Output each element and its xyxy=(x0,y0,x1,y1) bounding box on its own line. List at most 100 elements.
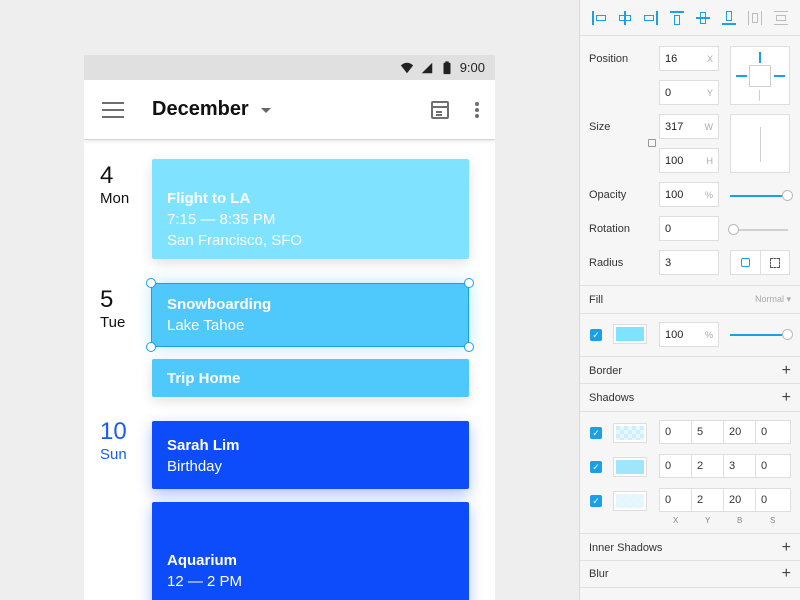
size-h-row: 100 H xyxy=(659,148,719,173)
chevron-down-icon[interactable] xyxy=(260,108,271,113)
shadow-y-field[interactable]: 5 xyxy=(691,420,727,444)
event-card-flight[interactable]: Flight to LA 7:15 — 8:35 PM San Francisc… xyxy=(152,159,469,259)
calendar-icon[interactable] xyxy=(431,100,449,119)
distribute-v-icon[interactable] xyxy=(773,10,789,26)
blur-label: Blur xyxy=(589,568,609,580)
event-location: San Francisco, SFO xyxy=(167,232,303,249)
signal-icon xyxy=(421,62,432,73)
add-inner-shadow-icon[interactable]: + xyxy=(782,539,791,557)
add-border-icon[interactable]: + xyxy=(782,362,791,380)
rotation-slider-knob[interactable] xyxy=(728,224,739,235)
independent-corners-icon[interactable] xyxy=(761,251,790,274)
event-card-trip-home[interactable]: Trip Home xyxy=(152,359,469,397)
opacity-field[interactable]: 100% xyxy=(659,182,719,207)
inner-shadows-section-header[interactable]: Inner Shadows + xyxy=(580,533,800,561)
position-label: Position xyxy=(589,52,629,65)
resize-handle[interactable] xyxy=(464,342,474,352)
shadow-color-swatch[interactable] xyxy=(613,423,647,443)
position-x-field[interactable]: 16 X xyxy=(659,46,719,71)
shadow-enabled-checkbox[interactable]: ✓ xyxy=(590,461,602,473)
align-middle-v-icon[interactable] xyxy=(695,10,711,26)
uniform-corner-icon[interactable] xyxy=(731,251,761,274)
more-vert-icon[interactable] xyxy=(475,101,479,118)
shadow-color-swatch[interactable] xyxy=(613,491,647,511)
blur-section-header[interactable]: Blur + xyxy=(580,560,800,588)
resize-widget[interactable] xyxy=(730,114,790,173)
fill-row: ✓ 100% xyxy=(580,313,800,356)
shadow-spread-field[interactable]: 0 xyxy=(755,488,791,512)
shadows-list: ✓ 0 5 20 0 ✓ 0 2 3 0 ✓ 0 2 20 0 X Y B S xyxy=(580,411,800,533)
shadows-section-header[interactable]: Shadows + xyxy=(580,383,800,411)
rotation-field[interactable]: 0 xyxy=(659,216,719,241)
fill-color-swatch[interactable] xyxy=(613,324,647,344)
shadow-x-field[interactable]: 0 xyxy=(659,420,695,444)
align-center-h-icon[interactable] xyxy=(617,10,633,26)
event-card-birthday[interactable]: Sarah Lim Birthday xyxy=(152,421,469,489)
position-y-field[interactable]: 0Y xyxy=(659,80,719,105)
fill-section-header[interactable]: Fill Normal ▾ xyxy=(580,285,800,313)
shadows-label: Shadows xyxy=(589,391,635,404)
opacity-slider-knob[interactable] xyxy=(782,190,793,201)
rotation-row: Rotation 0 xyxy=(589,216,719,241)
fill-blend-select[interactable]: Normal ▾ xyxy=(755,294,791,305)
month-title[interactable]: December xyxy=(152,98,249,121)
shadow-spread-field[interactable]: 0 xyxy=(755,454,791,478)
fill-opacity-knob[interactable] xyxy=(782,329,793,340)
opacity-slider[interactable] xyxy=(730,190,793,201)
resize-handle[interactable] xyxy=(464,278,474,288)
constraint-widget[interactable] xyxy=(730,46,790,105)
size-row: Size 317 W xyxy=(589,114,719,139)
rotation-label: Rotation xyxy=(589,222,630,235)
align-right-icon[interactable] xyxy=(643,10,659,26)
shadow-spread-field[interactable]: 0 xyxy=(755,420,791,444)
opacity-label: Opacity xyxy=(589,188,627,201)
opacity-slider-fill xyxy=(730,195,788,197)
shadow-y-field[interactable]: 2 xyxy=(691,454,727,478)
shadow-x-field[interactable]: 0 xyxy=(659,454,695,478)
inner-shadows-label: Inner Shadows xyxy=(589,541,663,554)
shadow-row: ✓ 0 2 20 0 xyxy=(580,488,800,514)
shadow-x-field[interactable]: 0 xyxy=(659,488,695,512)
distribute-h-icon[interactable] xyxy=(747,10,763,26)
resize-handle[interactable] xyxy=(146,342,156,352)
event-card-snowboarding[interactable]: Snowboarding Lake Tahoe xyxy=(152,283,469,347)
add-shadow-icon[interactable]: + xyxy=(782,389,791,407)
radius-field[interactable]: 3 xyxy=(659,250,719,275)
shadow-enabled-checkbox[interactable]: ✓ xyxy=(590,495,602,507)
day-number: 10 xyxy=(100,418,127,445)
align-top-icon[interactable] xyxy=(669,10,685,26)
lock-icon[interactable] xyxy=(648,139,656,147)
inspector-panel: Position 16 X 0Y Size 317 W 100 H Opacity 1… xyxy=(580,0,800,600)
size-w-field[interactable]: 317 W xyxy=(659,114,719,139)
corner-mode-toggle xyxy=(730,250,790,275)
align-left-icon[interactable] xyxy=(591,10,607,26)
battery-icon xyxy=(443,60,451,74)
add-blur-icon[interactable]: + xyxy=(782,565,791,583)
event-title: Snowboarding xyxy=(167,296,272,313)
event-subtitle: Birthday xyxy=(167,458,223,475)
phone-artboard[interactable]: 9:00 December 4 Mon 5 Tue 10 Sun Flight … xyxy=(84,55,495,600)
status-time: 9:00 xyxy=(459,60,485,75)
event-title: Sarah Lim xyxy=(167,437,240,454)
menu-icon[interactable] xyxy=(102,101,124,118)
shadow-blur-field[interactable]: 3 xyxy=(723,454,759,478)
shadow-color-swatch[interactable] xyxy=(613,457,647,477)
fill-opacity-field[interactable]: 100% xyxy=(659,322,719,347)
day-number: 4 xyxy=(100,162,114,189)
align-bottom-icon[interactable] xyxy=(721,10,737,26)
rotation-slider[interactable] xyxy=(728,224,788,235)
border-section-header[interactable]: Border + xyxy=(580,356,800,384)
event-title: Trip Home xyxy=(167,370,241,387)
size-label: Size xyxy=(589,120,611,133)
fill-enabled-checkbox[interactable]: ✓ xyxy=(590,329,602,341)
size-h-field[interactable]: 100 H xyxy=(659,148,719,173)
fill-opacity-slider[interactable] xyxy=(730,329,793,340)
shadow-blur-field[interactable]: 20 xyxy=(723,420,759,444)
event-title: Flight to LA xyxy=(167,190,251,207)
shadow-blur-field[interactable]: 20 xyxy=(723,488,759,512)
shadow-enabled-checkbox[interactable]: ✓ xyxy=(590,427,602,439)
event-card-aquarium[interactable]: Aquarium 12 — 2 PM xyxy=(152,502,469,600)
resize-handle[interactable] xyxy=(146,278,156,288)
design-canvas[interactable]: 9:00 December 4 Mon 5 Tue 10 Sun Flight … xyxy=(0,0,580,600)
shadow-y-field[interactable]: 2 xyxy=(691,488,727,512)
